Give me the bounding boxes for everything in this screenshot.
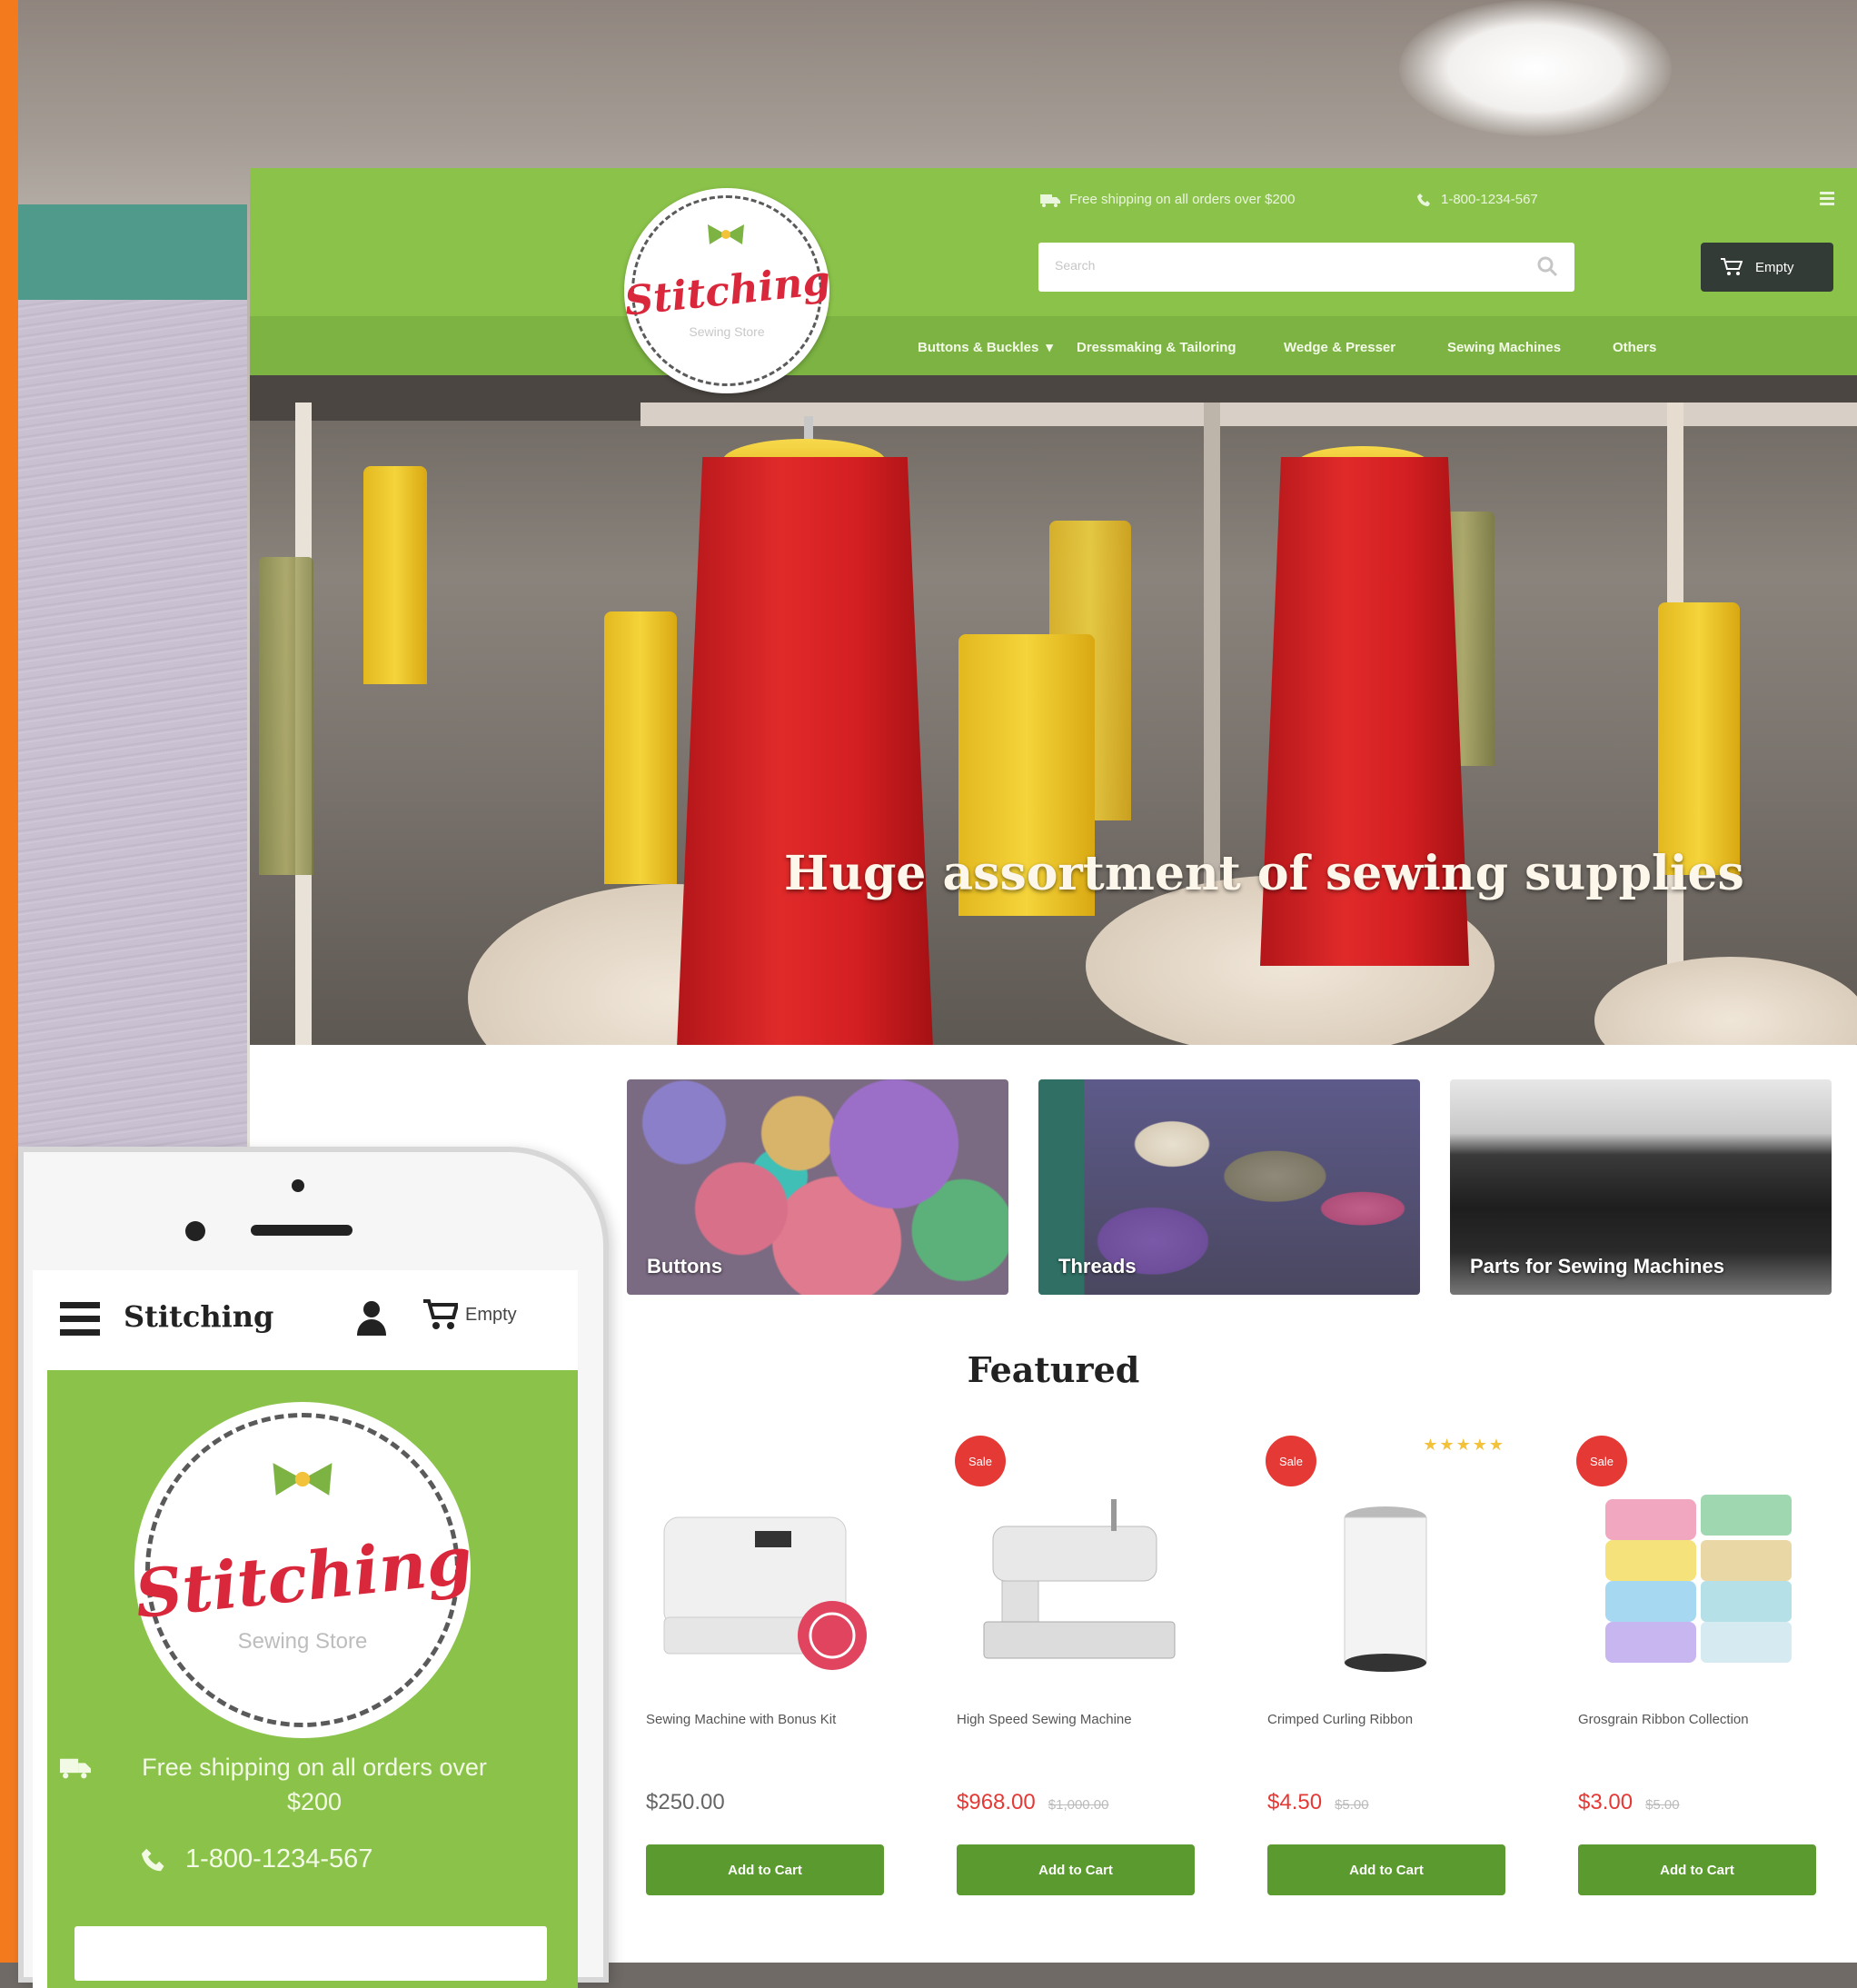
add-to-cart-button[interactable]: Add to Cart: [1267, 1844, 1505, 1895]
product-price: $3.00 $5.00: [1578, 1790, 1680, 1815]
product-card: Sewing Machine with Bonus Kit $250.00 Ad…: [646, 1436, 884, 1908]
list-icon[interactable]: [1819, 190, 1835, 211]
cart-icon: [423, 1299, 458, 1329]
product-card: Sale High Speed Sewing Machine $968.00 $1…: [955, 1436, 1195, 1908]
category-threads[interactable]: Threads: [1038, 1079, 1420, 1295]
product-name[interactable]: Crimped Curling Ribbon: [1267, 1708, 1505, 1732]
yellow-spool: [604, 611, 677, 884]
thread-spool: [259, 557, 313, 875]
add-to-cart-button[interactable]: Add to Cart: [1578, 1844, 1816, 1895]
add-to-cart-button[interactable]: Add to Cart: [646, 1844, 884, 1895]
site-logo[interactable]: Stitching Sewing Store: [622, 188, 832, 393]
product-card: Sale ★★★★★ Crimped Curling Ribbon $4.50 $…: [1266, 1436, 1505, 1908]
logo-tagline: Sewing Store: [237, 1629, 368, 1654]
cart-icon: [1721, 258, 1743, 275]
product-price: $4.50 $5.00: [1267, 1790, 1369, 1815]
category-buttons[interactable]: Buttons: [627, 1079, 1008, 1295]
mobile-search-input[interactable]: [74, 1926, 547, 1981]
product-grid: Sewing Machine with Bonus Kit $250.00 Ad…: [646, 1436, 1816, 1908]
search-icon[interactable]: [1536, 255, 1558, 282]
yellow-spool: [1658, 602, 1740, 875]
shipping-text: Free shipping on all orders over $200: [1069, 192, 1296, 207]
cart-button[interactable]: Empty: [1701, 243, 1833, 292]
nav-item-wedge-presser[interactable]: Wedge & Presser: [1284, 333, 1395, 361]
mobile-site-title[interactable]: Stitching: [124, 1299, 273, 1334]
phone-text[interactable]: 1-800-1234-567: [1441, 192, 1538, 207]
old-price: $1,000.00: [1048, 1797, 1109, 1813]
sale-badge: Sale: [1266, 1436, 1316, 1486]
product-name[interactable]: Grosgrain Ribbon Collection: [1578, 1708, 1816, 1732]
price-value: $968.00: [957, 1790, 1036, 1814]
mobile-cart-button[interactable]: Empty: [423, 1299, 517, 1330]
product-name[interactable]: Sewing Machine with Bonus Kit: [646, 1708, 884, 1732]
truck-icon: [1040, 194, 1060, 207]
product-image[interactable]: [966, 1490, 1184, 1672]
search-input[interactable]: Search: [1055, 258, 1095, 273]
price-value: $250.00: [646, 1790, 725, 1814]
chevron-down-icon: ▾: [1046, 340, 1053, 355]
mobile-logo[interactable]: Stitching Sewing Store: [132, 1402, 476, 1738]
phone-icon: [142, 1848, 164, 1871]
cart-label: Empty: [1755, 259, 1794, 275]
nav-label: Buttons & Buckles: [918, 339, 1039, 355]
product-image[interactable]: [1587, 1490, 1805, 1672]
user-icon[interactable]: [355, 1299, 388, 1340]
background-teal-fabric: [18, 204, 247, 304]
product-price: $968.00 $1,000.00: [957, 1790, 1109, 1815]
mobile-cart-label: Empty: [465, 1304, 517, 1325]
yellow-spool: [363, 466, 427, 684]
category-banners: Buttons Threads Parts for Sewing Machine…: [627, 1079, 1832, 1295]
old-price: $5.00: [1335, 1797, 1369, 1813]
sale-badge: Sale: [1576, 1436, 1627, 1486]
add-to-cart-button[interactable]: Add to Cart: [957, 1844, 1195, 1895]
nav-item-sewing-machines[interactable]: Sewing Machines: [1447, 333, 1561, 361]
phone-screen: Stitching Empty Stitching Sewing Store F…: [33, 1270, 578, 1988]
product-card: Sale Grosgrain Ribbon Collection $3.00 $5…: [1576, 1436, 1816, 1908]
price-value: $3.00: [1578, 1790, 1634, 1814]
hero-title: Huge assortment of sewing supplies: [784, 846, 1744, 901]
spool-plate: [1594, 957, 1857, 1045]
rating-stars: ★★★★★: [1423, 1436, 1505, 1454]
truck-icon: [60, 1758, 91, 1779]
background-orange-edge: [0, 0, 18, 1963]
phone-sensor: [185, 1221, 205, 1241]
hamburger-icon[interactable]: [60, 1302, 100, 1341]
phone-mockup: Stitching Empty Stitching Sewing Store F…: [18, 1147, 609, 1988]
phone-icon: [1417, 193, 1430, 206]
price-value: $4.50: [1267, 1790, 1323, 1814]
category-label: Buttons: [647, 1255, 723, 1277]
shipping-info: Free shipping on all orders over $200: [1040, 192, 1295, 207]
background-thread-spool: [18, 300, 247, 1208]
red-thread-cone: [677, 457, 933, 1045]
nav-item-dressmaking[interactable]: Dressmaking & Tailoring: [1077, 333, 1236, 361]
nav-label: Wedge & Presser: [1284, 339, 1396, 355]
bow-icon: [273, 1463, 333, 1496]
mobile-shipping-text: Free shipping on all orders over $200: [142, 1754, 487, 1815]
product-name[interactable]: High Speed Sewing Machine: [957, 1708, 1195, 1732]
old-price: $5.00: [1645, 1797, 1680, 1813]
sale-badge: Sale: [955, 1436, 1006, 1486]
mobile-phone-text: 1-800-1234-567: [185, 1844, 373, 1874]
category-label: Threads: [1058, 1255, 1137, 1277]
product-image[interactable]: [655, 1490, 873, 1672]
nav-label: Others: [1613, 339, 1657, 355]
nav-label: Dressmaking & Tailoring: [1077, 339, 1236, 355]
hero-slider[interactable]: Huge assortment of sewing supplies: [250, 375, 1857, 1045]
phone-camera: [292, 1179, 304, 1192]
site-header: Free shipping on all orders over $200 1-…: [250, 168, 1857, 375]
phone-speaker: [251, 1225, 353, 1236]
nav-item-others[interactable]: Others: [1613, 333, 1656, 361]
category-parts[interactable]: Parts for Sewing Machines: [1450, 1079, 1832, 1295]
product-price: $250.00: [646, 1790, 725, 1815]
nav-label: Sewing Machines: [1447, 339, 1562, 355]
bow-icon: [708, 224, 744, 244]
logo-tagline: Sewing Store: [689, 324, 765, 339]
mobile-phone-info[interactable]: 1-800-1234-567: [142, 1844, 372, 1874]
search-bar: Search: [1038, 243, 1574, 292]
category-label: Parts for Sewing Machines: [1470, 1255, 1724, 1277]
product-image[interactable]: [1276, 1490, 1495, 1672]
phone-info: 1-800-1234-567: [1417, 192, 1538, 207]
background-light: [1399, 0, 1672, 136]
nav-item-buttons-buckles[interactable]: Buttons & Buckles ▾: [918, 333, 1053, 361]
